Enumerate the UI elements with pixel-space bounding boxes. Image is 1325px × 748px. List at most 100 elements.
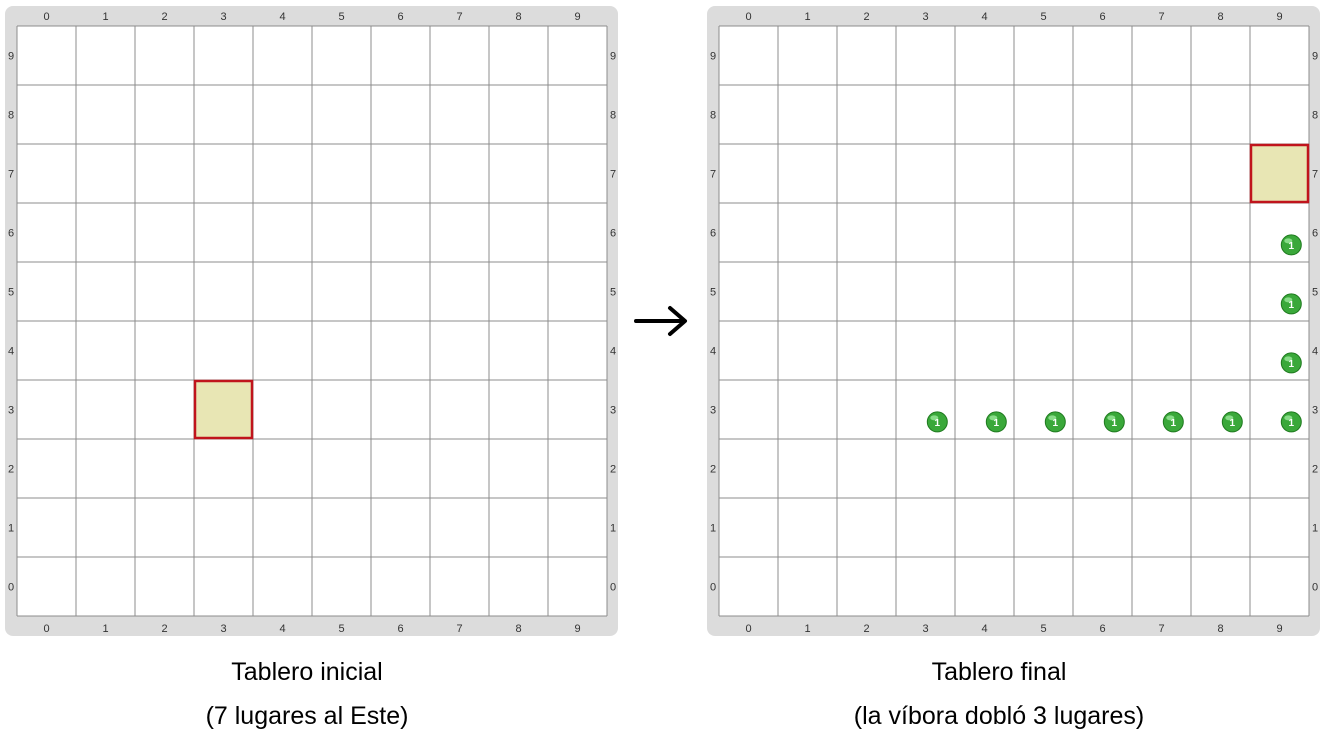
board-final: 0 0 1 1 2 2 3 3 4 4 5 5 6 6 7 7 8 8 9 9 0 0 1 1 2 2 3 3 4 4 5 5 6 6 7 7 8 8 9 9… <box>707 6 1320 636</box>
final-col-label-top: 6 <box>1099 11 1105 23</box>
green-ball-icon: 1 <box>1103 411 1125 433</box>
green-ball-icon: 1 <box>1044 411 1066 433</box>
final-row-label-right: 2 <box>1312 464 1318 476</box>
final-col-label-bottom: 0 <box>745 623 751 635</box>
final-row-label-right: 0 <box>1312 582 1318 594</box>
caption-initial: Tablero inicial (7 lugares al Este) <box>97 650 517 738</box>
final-col-label-bottom: 4 <box>981 623 987 635</box>
green-ball-icon: 1 <box>1221 411 1243 433</box>
initial-col-label-bottom: 2 <box>161 623 167 635</box>
final-row-label-right: 4 <box>1312 346 1318 358</box>
ball-count-label: 1 <box>1289 300 1295 311</box>
final-row-label-left: 3 <box>710 405 716 417</box>
initial-row-label-right: 5 <box>610 287 616 299</box>
green-ball-icon: 1 <box>985 411 1007 433</box>
initial-col-label-bottom: 0 <box>43 623 49 635</box>
board-initial-grid: 0 0 1 1 2 2 3 3 4 4 5 5 6 6 7 7 8 8 9 9 0 0 1 1 2 2 3 3 4 4 5 5 6 6 7 7 8 8 9 9 <box>8 11 616 635</box>
initial-col-label-bottom: 8 <box>515 623 521 635</box>
green-ball-icon: 1 <box>1162 411 1184 433</box>
initial-col-label-top: 5 <box>338 11 344 23</box>
initial-col-label-top: 1 <box>102 11 108 23</box>
final-row-label-left: 7 <box>710 169 716 181</box>
ball-count-label: 1 <box>1171 418 1177 429</box>
initial-row-label-left: 5 <box>8 287 14 299</box>
initial-row-label-left: 6 <box>8 228 14 240</box>
initial-row-label-right: 4 <box>610 346 616 358</box>
final-col-label-top: 8 <box>1217 11 1223 23</box>
initial-col-label-bottom: 9 <box>574 623 580 635</box>
final-col-label-top: 3 <box>922 11 928 23</box>
initial-col-label-top: 3 <box>220 11 226 23</box>
ball-count-label: 1 <box>1053 418 1059 429</box>
final-row-label-left: 2 <box>710 464 716 476</box>
right-arrow-icon <box>632 303 692 344</box>
final-row-label-left: 9 <box>710 51 716 63</box>
initial-row-label-left: 4 <box>8 346 14 358</box>
initial-col-label-bottom: 5 <box>338 623 344 635</box>
initial-col-label-bottom: 4 <box>279 623 285 635</box>
final-col-label-bottom: 7 <box>1158 623 1164 635</box>
final-row-label-left: 8 <box>710 110 716 122</box>
green-ball-icon: 1 <box>1280 234 1302 256</box>
final-row-label-left: 6 <box>710 228 716 240</box>
ball-count-label: 1 <box>1230 418 1236 429</box>
caption-final: Tablero final (la víbora dobló 3 lugares… <box>789 650 1209 738</box>
final-col-label-bottom: 3 <box>922 623 928 635</box>
initial-row-label-right: 1 <box>610 523 616 535</box>
ball-count-label: 1 <box>1289 241 1295 252</box>
final-col-label-top: 5 <box>1040 11 1046 23</box>
ball-count-label: 1 <box>1112 418 1118 429</box>
initial-col-label-top: 8 <box>515 11 521 23</box>
initial-head-cell[interactable] <box>193 379 254 440</box>
initial-row-label-right: 0 <box>610 582 616 594</box>
caption-initial-subtitle: (7 lugares al Este) <box>205 702 409 730</box>
board-initial: 0 0 1 1 2 2 3 3 4 4 5 5 6 6 7 7 8 8 9 9 0 0 1 1 2 2 3 3 4 4 5 5 6 6 7 7 8 8 9 9 <box>5 6 618 636</box>
initial-row-label-left: 1 <box>8 523 14 535</box>
final-head-cell[interactable] <box>1249 143 1310 204</box>
final-col-label-top: 0 <box>745 11 751 23</box>
green-ball-icon: 1 <box>1280 352 1302 374</box>
initial-row-label-left: 8 <box>8 110 14 122</box>
initial-col-label-top: 6 <box>397 11 403 23</box>
initial-row-label-right: 7 <box>610 169 616 181</box>
initial-row-label-right: 3 <box>610 405 616 417</box>
final-row-label-right: 1 <box>1312 523 1318 535</box>
green-ball-icon: 1 <box>1280 411 1302 433</box>
final-col-label-top: 2 <box>863 11 869 23</box>
initial-col-label-bottom: 7 <box>456 623 462 635</box>
ball-count-label: 1 <box>994 418 1000 429</box>
initial-col-label-top: 7 <box>456 11 462 23</box>
final-row-label-left: 1 <box>710 523 716 535</box>
initial-col-label-bottom: 1 <box>102 623 108 635</box>
final-row-label-right: 5 <box>1312 287 1318 299</box>
initial-row-label-left: 3 <box>8 405 14 417</box>
final-row-label-right: 6 <box>1312 228 1318 240</box>
final-row-label-right: 3 <box>1312 405 1318 417</box>
initial-row-label-left: 2 <box>8 464 14 476</box>
final-row-label-right: 8 <box>1312 110 1318 122</box>
ball-count-label: 1 <box>935 418 941 429</box>
ball-count-label: 1 <box>1289 359 1295 370</box>
initial-row-label-right: 9 <box>610 51 616 63</box>
final-row-label-right: 7 <box>1312 169 1318 181</box>
initial-col-label-top: 4 <box>279 11 285 23</box>
final-col-label-top: 7 <box>1158 11 1164 23</box>
initial-col-label-bottom: 6 <box>397 623 403 635</box>
initial-row-label-left: 0 <box>8 582 14 594</box>
initial-row-label-right: 6 <box>610 228 616 240</box>
final-col-label-bottom: 1 <box>804 623 810 635</box>
initial-col-label-top: 2 <box>161 11 167 23</box>
ball-count-label: 1 <box>1289 418 1295 429</box>
initial-col-label-top: 9 <box>574 11 580 23</box>
final-row-label-right: 9 <box>1312 51 1318 63</box>
final-row-label-left: 4 <box>710 346 716 358</box>
final-col-label-bottom: 9 <box>1276 623 1282 635</box>
green-ball-icon: 1 <box>926 411 948 433</box>
green-ball-icon: 1 <box>1280 293 1302 315</box>
final-row-label-left: 5 <box>710 287 716 299</box>
final-col-label-bottom: 5 <box>1040 623 1046 635</box>
final-col-label-top: 9 <box>1276 11 1282 23</box>
caption-initial-title: Tablero inicial <box>231 658 383 686</box>
initial-col-label-top: 0 <box>43 11 49 23</box>
initial-row-label-right: 2 <box>610 464 616 476</box>
